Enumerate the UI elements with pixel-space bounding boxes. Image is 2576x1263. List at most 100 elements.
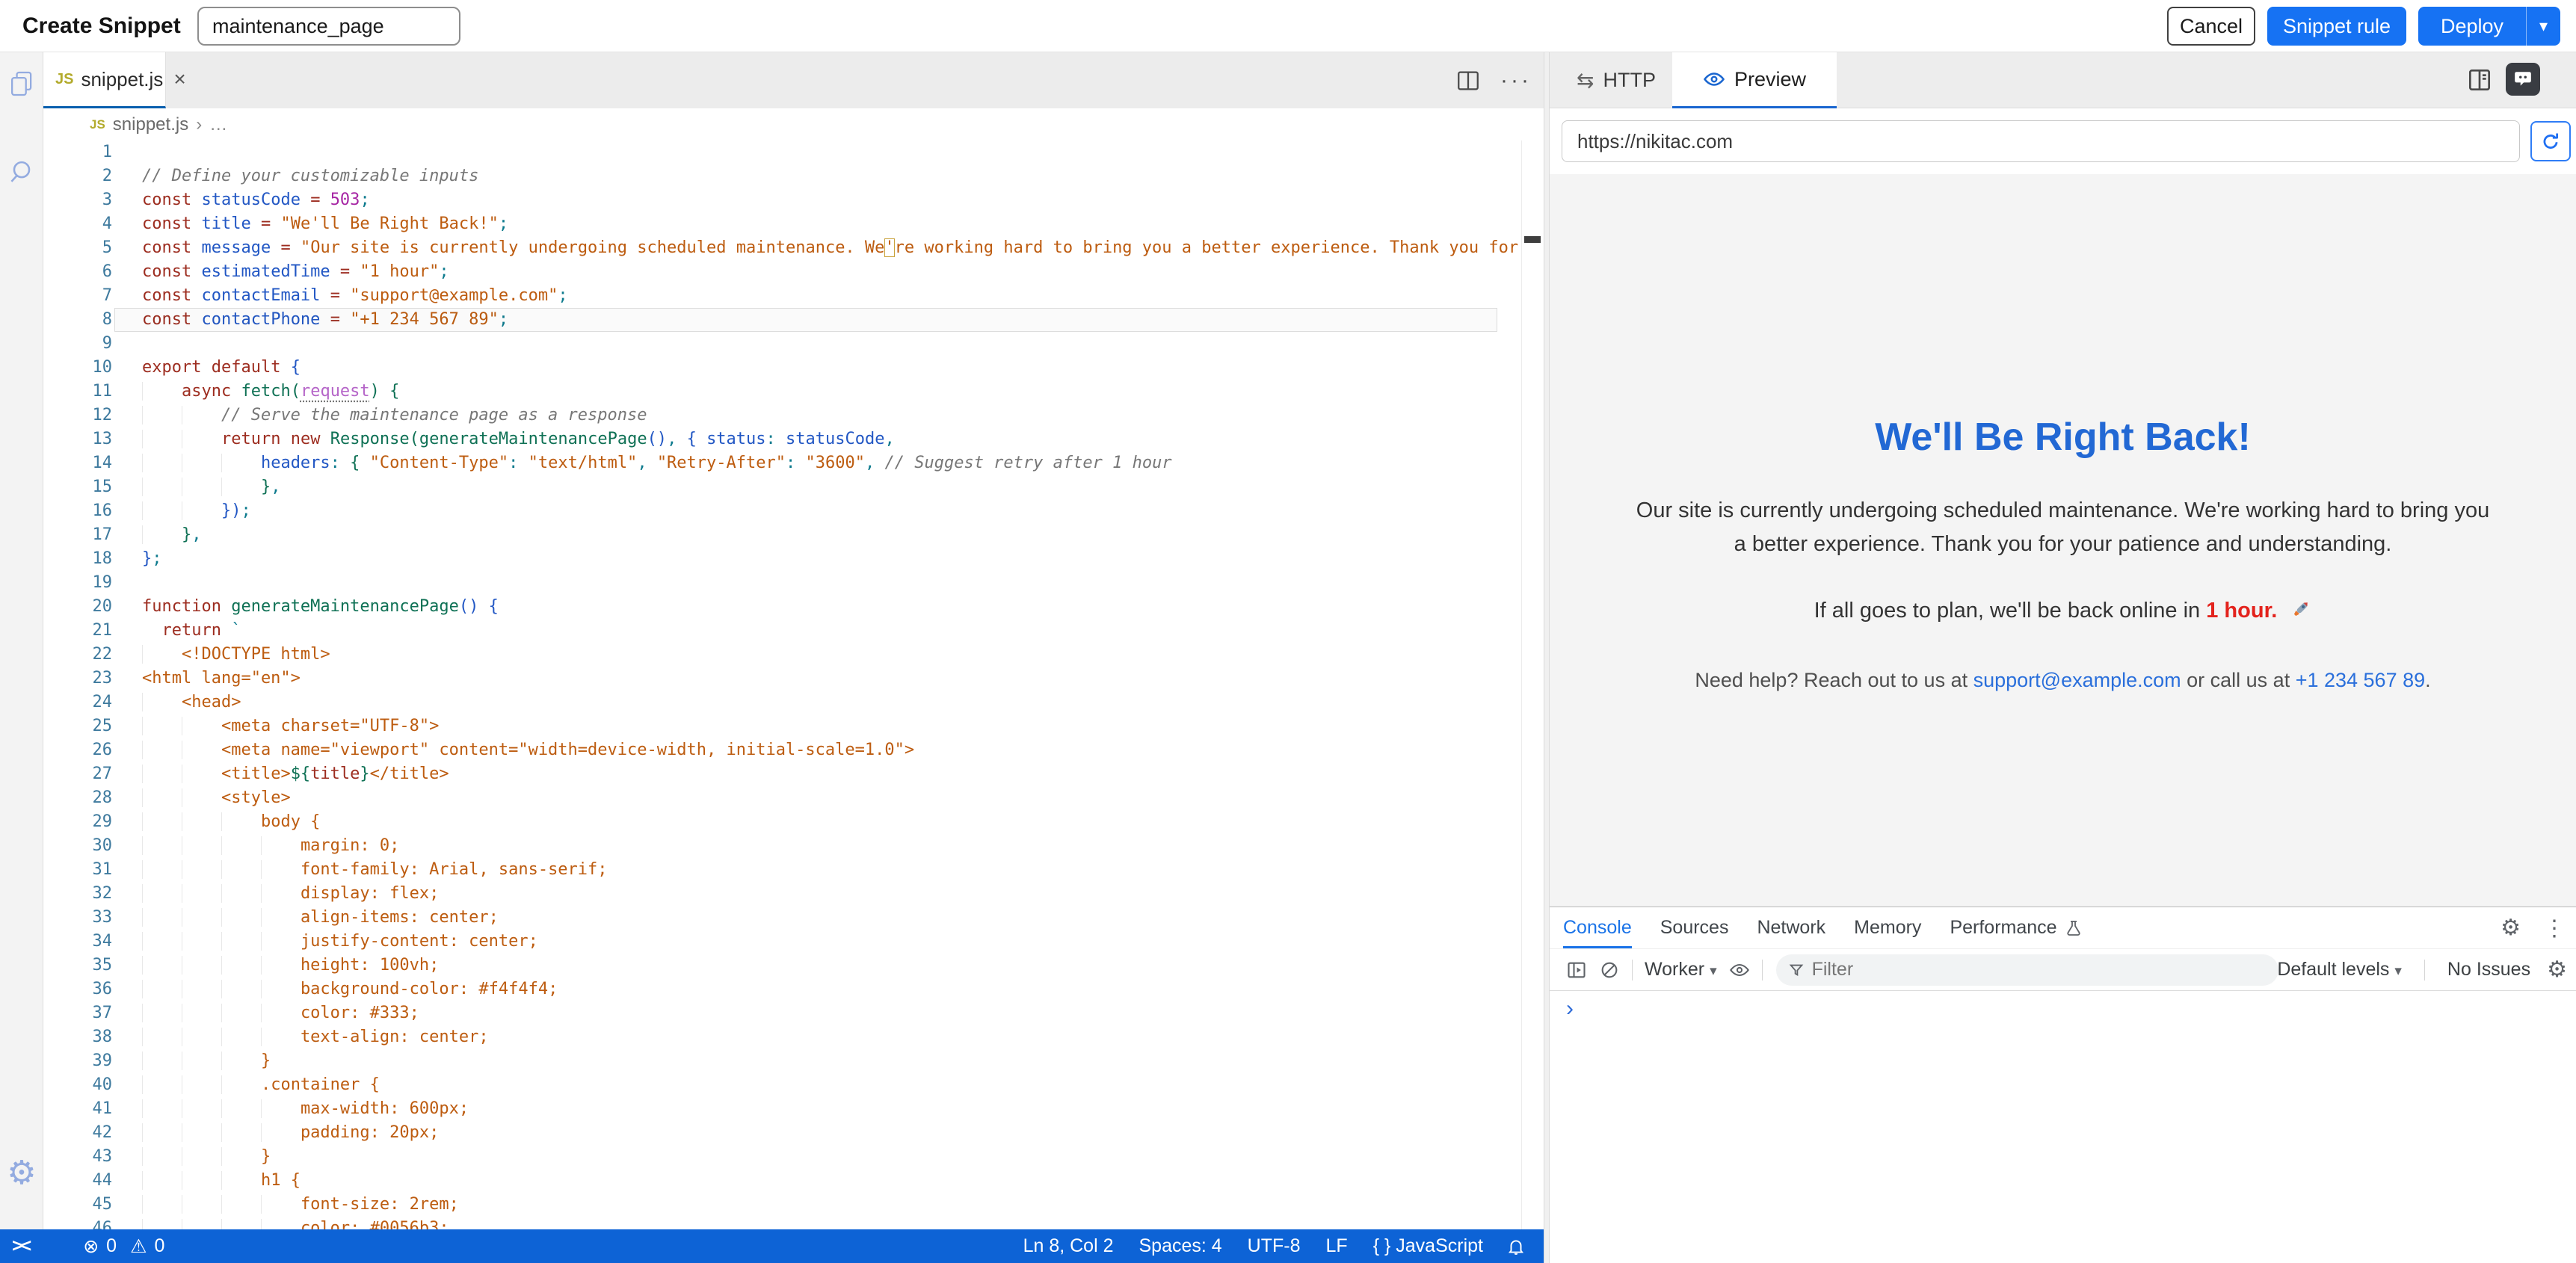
- code-line-15[interactable]: 15 },: [43, 475, 1521, 499]
- code-line-28[interactable]: 28 <style>: [43, 786, 1521, 810]
- code-line-40[interactable]: 40 .container {: [43, 1073, 1521, 1097]
- code-line-19[interactable]: 19: [43, 571, 1521, 595]
- indentation[interactable]: Spaces: 4: [1126, 1235, 1234, 1257]
- tab-close-icon[interactable]: ×: [173, 69, 185, 90]
- code-line-26[interactable]: 26 <meta name="viewport" content="width=…: [43, 738, 1521, 762]
- tab-preview-label: Preview: [1734, 68, 1806, 91]
- code-line-7[interactable]: 7const contactEmail = "support@example.c…: [43, 284, 1521, 308]
- code-line-32[interactable]: 32 display: flex;: [43, 882, 1521, 906]
- encoding[interactable]: UTF-8: [1235, 1235, 1313, 1257]
- console-sidebar-toggle-icon[interactable]: [1560, 954, 1593, 986]
- breadcrumb-file[interactable]: snippet.js: [113, 114, 188, 135]
- files-icon[interactable]: [0, 69, 43, 99]
- devtools-settings-gear-icon[interactable]: ⚙: [2500, 917, 2521, 939]
- code-line-11[interactable]: 11 async fetch(request) {: [43, 380, 1521, 404]
- tab-network[interactable]: Network: [1757, 907, 1825, 948]
- discord-icon[interactable]: [2506, 63, 2540, 96]
- code-line-25[interactable]: 25 <meta charset="UTF-8">: [43, 714, 1521, 738]
- code-line-33[interactable]: 33 align-items: center;: [43, 906, 1521, 930]
- code-line-6[interactable]: 6const estimatedTime = "1 hour";: [43, 260, 1521, 284]
- cancel-button[interactable]: Cancel: [2167, 7, 2255, 46]
- code-editor[interactable]: 12// Define your customizable inputs3con…: [43, 140, 1521, 1229]
- split-editor-icon[interactable]: [1455, 68, 1481, 93]
- notifications-bell-icon[interactable]: [1496, 1237, 1530, 1256]
- code-line-44[interactable]: 44 h1 {: [43, 1169, 1521, 1193]
- code-line-27[interactable]: 27 <title>${title}</title>: [43, 762, 1521, 786]
- console-filter-box[interactable]: [1776, 954, 2278, 986]
- devtools-menu-kebab-icon[interactable]: ⋮: [2543, 915, 2566, 942]
- code-line-23[interactable]: 23<html lang="en">: [43, 667, 1521, 691]
- snippet-name-input[interactable]: [197, 7, 460, 46]
- code-line-22[interactable]: 22 <!DOCTYPE html>: [43, 643, 1521, 667]
- problems-indicator[interactable]: ⊗ 0 ⚠ 0: [73, 1235, 175, 1258]
- support-email-link[interactable]: support@example.com: [1973, 669, 2181, 691]
- filter-input[interactable]: [1812, 959, 2216, 981]
- code-line-13[interactable]: 13 return new Response(generateMaintenan…: [43, 427, 1521, 451]
- code-line-37[interactable]: 37 color: #333;: [43, 1001, 1521, 1025]
- tab-http-label: HTTP: [1603, 69, 1656, 92]
- code-line-41[interactable]: 41 max-width: 600px;: [43, 1097, 1521, 1121]
- code-line-10[interactable]: 10export default {: [43, 356, 1521, 380]
- code-line-3[interactable]: 3const statusCode = 503;: [43, 188, 1521, 212]
- code-line-38[interactable]: 38 text-align: center;: [43, 1025, 1521, 1049]
- code-line-1[interactable]: 1: [43, 140, 1521, 164]
- code-line-14[interactable]: 14 headers: { "Content-Type": "text/html…: [43, 451, 1521, 475]
- code-line-36[interactable]: 36 background-color: #f4f4f4;: [43, 978, 1521, 1001]
- live-expression-eye-icon[interactable]: [1723, 954, 1756, 986]
- code-line-18[interactable]: 18};: [43, 547, 1521, 571]
- code-line-17[interactable]: 17 },: [43, 523, 1521, 547]
- refresh-button[interactable]: [2530, 121, 2571, 161]
- code-line-5[interactable]: 5const message = "Our site is currently …: [43, 236, 1521, 260]
- code-line-45[interactable]: 45 font-size: 2rem;: [43, 1193, 1521, 1217]
- more-actions-icon[interactable]: ···: [1500, 68, 1532, 93]
- code-line-39[interactable]: 39 }: [43, 1049, 1521, 1073]
- code-line-31[interactable]: 31 font-family: Arial, sans-serif;: [43, 858, 1521, 882]
- code-line-12[interactable]: 12 // Serve the maintenance page as a re…: [43, 404, 1521, 427]
- console-prompt[interactable]: ›: [1550, 991, 2576, 1027]
- scrollbar-thumb[interactable]: [1524, 236, 1541, 243]
- code-line-9[interactable]: 9: [43, 332, 1521, 356]
- phone-link[interactable]: +1 234 567 89: [2296, 669, 2425, 691]
- code-line-46[interactable]: 46 color: #0056b3;: [43, 1217, 1521, 1229]
- tab-memory[interactable]: Memory: [1854, 907, 1921, 948]
- code-line-43[interactable]: 43 }: [43, 1145, 1521, 1169]
- tab-http[interactable]: ⇆ HTTP: [1560, 52, 1672, 108]
- code-line-34[interactable]: 34 justify-content: center;: [43, 930, 1521, 954]
- tab-performance[interactable]: Performance: [1950, 907, 2082, 948]
- eol-sequence[interactable]: LF: [1313, 1235, 1361, 1257]
- remote-indicator-icon[interactable]: ><: [0, 1235, 41, 1257]
- code-line-4[interactable]: 4const title = "We'll Be Right Back!";: [43, 212, 1521, 236]
- code-line-16[interactable]: 16 });: [43, 499, 1521, 523]
- code-line-35[interactable]: 35 height: 100vh;: [43, 954, 1521, 978]
- editor-scrollbar[interactable]: [1521, 140, 1544, 1229]
- tab-preview[interactable]: Preview: [1672, 52, 1837, 108]
- snippet-rule-button[interactable]: Snippet rule: [2267, 7, 2406, 46]
- search-icon[interactable]: [0, 157, 43, 187]
- tab-snippet-js[interactable]: JS snippet.js ×: [43, 52, 166, 108]
- docs-book-icon[interactable]: [2462, 63, 2497, 97]
- code-line-30[interactable]: 30 margin: 0;: [43, 834, 1521, 858]
- deploy-button[interactable]: Deploy: [2418, 7, 2526, 46]
- code-line-42[interactable]: 42 padding: 20px;: [43, 1121, 1521, 1145]
- breadcrumb-symbol[interactable]: …: [209, 114, 227, 135]
- pane-divider[interactable]: [1544, 52, 1550, 1263]
- issues-counter[interactable]: No Issues: [2447, 959, 2530, 981]
- tab-console[interactable]: Console: [1563, 907, 1632, 948]
- status-bar-left: >< ⊗ 0 ⚠ 0: [0, 1235, 175, 1258]
- code-line-20[interactable]: 20function generateMaintenancePage() {: [43, 595, 1521, 619]
- code-line-2[interactable]: 2// Define your customizable inputs: [43, 164, 1521, 188]
- log-levels-dropdown[interactable]: Default levels ▾: [2277, 959, 2402, 981]
- settings-gear-icon[interactable]: ⚙: [0, 1157, 43, 1190]
- clear-console-icon[interactable]: [1593, 954, 1626, 986]
- cursor-position[interactable]: Ln 8, Col 2: [1011, 1235, 1127, 1257]
- deploy-dropdown-caret[interactable]: ▾: [2526, 7, 2560, 46]
- code-line-29[interactable]: 29 body {: [43, 810, 1521, 834]
- code-line-24[interactable]: 24 <head>: [43, 691, 1521, 714]
- code-line-21[interactable]: 21 return `: [43, 619, 1521, 643]
- preview-url-input[interactable]: [1562, 120, 2520, 162]
- tab-sources[interactable]: Sources: [1660, 907, 1729, 948]
- code-line-8[interactable]: 8const contactPhone = "+1 234 567 89";: [43, 308, 1521, 332]
- console-settings-gear-icon[interactable]: ⚙: [2547, 959, 2567, 981]
- language-mode[interactable]: { } JavaScript: [1361, 1235, 1496, 1257]
- js-context-dropdown[interactable]: Worker ▾: [1645, 959, 1717, 981]
